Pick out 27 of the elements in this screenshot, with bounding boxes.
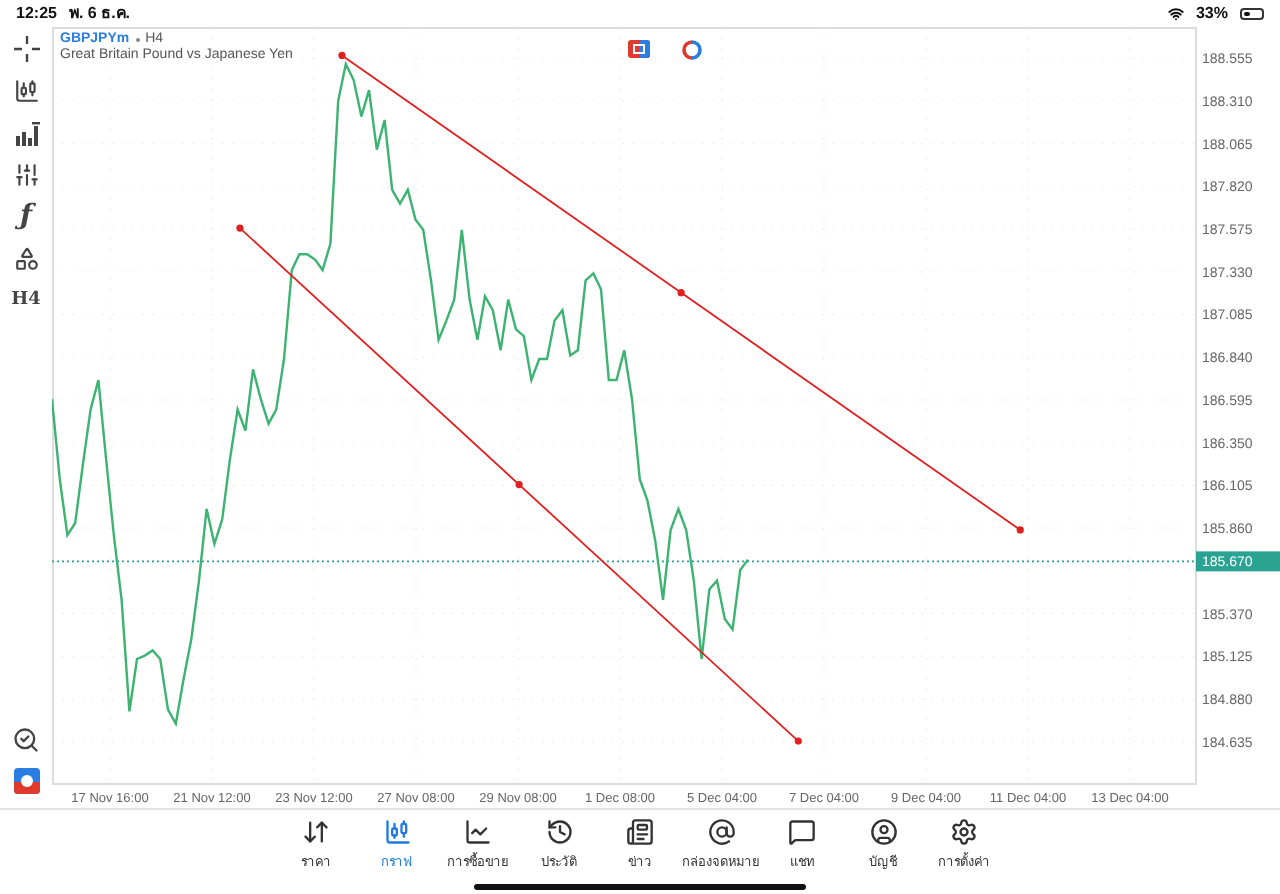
toolbar-label[interactable]: H4 bbox=[11, 286, 41, 316]
ring-icon[interactable] bbox=[682, 40, 702, 60]
wifi-icon bbox=[1167, 5, 1184, 21]
battery-percent: 33% bbox=[1195, 4, 1228, 22]
candlestick-icon[interactable] bbox=[11, 76, 41, 106]
battery-icon bbox=[1240, 7, 1264, 19]
candlestick-icon bbox=[383, 818, 411, 846]
chat-bubble-icon bbox=[788, 818, 816, 846]
app-logo-icon[interactable] bbox=[11, 766, 41, 796]
sliders-icon[interactable] bbox=[11, 160, 41, 190]
user-icon bbox=[869, 818, 897, 846]
history-icon bbox=[545, 818, 573, 846]
crosshair-icon[interactable] bbox=[11, 34, 41, 64]
arrows-icon bbox=[302, 818, 330, 846]
newspaper-icon bbox=[626, 818, 654, 846]
bar-chart-icon[interactable] bbox=[11, 118, 41, 148]
window-icon[interactable] bbox=[628, 40, 650, 58]
at-sign-icon bbox=[707, 818, 735, 846]
current-price-tag bbox=[1196, 551, 1280, 572]
toolbar-label[interactable]: ƒ bbox=[19, 202, 33, 232]
chart-zoom-icon[interactable] bbox=[11, 724, 41, 754]
settings-icon bbox=[950, 818, 978, 846]
date: พ. 6 ธ.ค. bbox=[68, 2, 131, 26]
line-chart-icon bbox=[464, 818, 492, 846]
shapes-icon[interactable] bbox=[11, 244, 41, 274]
clock: 12:25 bbox=[16, 4, 57, 22]
separator-dot bbox=[135, 37, 140, 41]
